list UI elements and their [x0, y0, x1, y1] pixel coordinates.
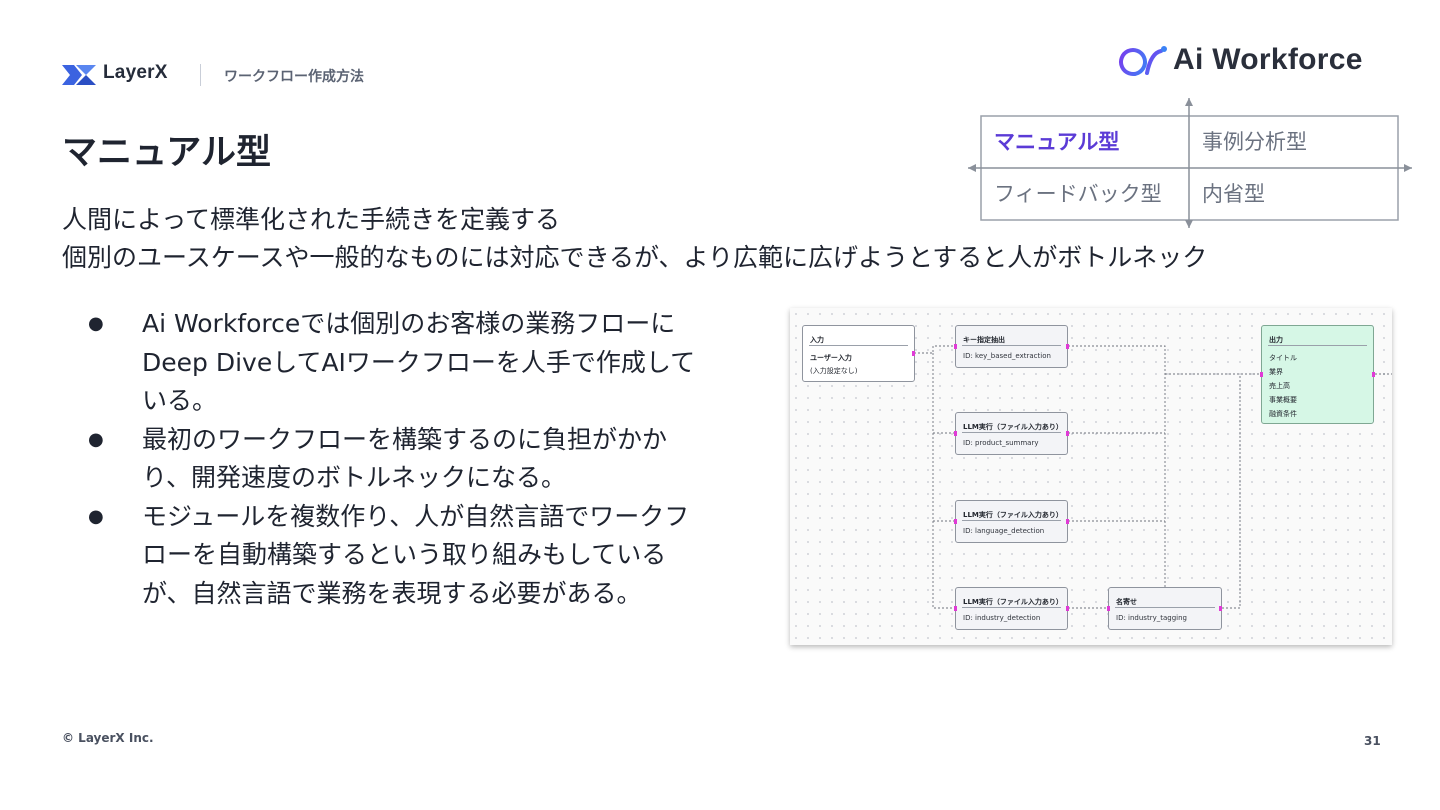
node-id: ID: product_summary — [963, 439, 1039, 447]
node-divider — [962, 520, 1061, 521]
ai-workforce-logo-icon — [1119, 46, 1167, 76]
node-divider — [962, 345, 1061, 346]
output-field: 売上高 — [1269, 382, 1290, 390]
node-title: LLM実行（ファイル入力あり） — [963, 598, 1063, 606]
bullet-line: モジュールを複数作り、人が自然言語でワークフ — [142, 501, 690, 531]
section-title: ワークフロー作成方法 — [224, 69, 364, 85]
node-divider — [809, 345, 908, 346]
node-title: キー指定抽出 — [963, 336, 1005, 344]
bullet-line: ローを自動構築するという取り組みもしている — [142, 540, 667, 569]
output-field: 事業概要 — [1269, 396, 1297, 404]
node-port[interactable] — [1260, 372, 1263, 377]
workflow-node-industry-tagging[interactable]: 名寄せ ID: industry_tagging — [1108, 587, 1222, 630]
workflow-node-key-extraction[interactable]: キー指定抽出 ID: key_based_extraction — [955, 325, 1068, 368]
matrix-cell-introspection: 内省型 — [1202, 182, 1265, 206]
node-divider — [1268, 345, 1367, 346]
bullet-line: が、自然言語で業務を表現する必要がある。 — [142, 578, 642, 608]
bullet-item: ● Ai Workforceでは個別のお客様の業務フローに Deep Diveし… — [88, 305, 768, 421]
node-port[interactable] — [1219, 606, 1222, 611]
node-port[interactable] — [1066, 431, 1069, 436]
node-id: ID: industry_tagging — [1116, 614, 1187, 622]
matrix-grid — [968, 98, 1412, 228]
bullet-list: ● Ai Workforceでは個別のお客様の業務フローに Deep Diveし… — [88, 305, 768, 613]
bullet-marker: ● — [88, 428, 104, 450]
bullet-item: ● 最初のワークフローを構築するのに負担がかか り、開発速度のボトルネックになる… — [88, 421, 768, 498]
page-title: マニュアル型 — [62, 133, 271, 173]
node-divider — [962, 432, 1061, 433]
workflow-node-language-detection[interactable]: LLM実行（ファイル入力あり） ID: language_detection — [955, 500, 1068, 543]
workflow-node-product-summary[interactable]: LLM実行（ファイル入力あり） ID: product_summary — [955, 412, 1068, 455]
node-note: (入力設定なし) — [810, 367, 858, 375]
node-title: LLM実行（ファイル入力あり） — [963, 423, 1063, 431]
page-number: 31 — [1364, 734, 1381, 748]
node-title: LLM実行（ファイル入力あり） — [963, 511, 1063, 519]
bullet-line: 最初のワークフローを構築するのに負担がかか — [142, 424, 668, 454]
subtitle-line-2: 個別のユースケースや一般的なものには対応できるが、より広範に広げようとすると人が… — [62, 243, 1208, 272]
ai-workforce-logo-text: Ai Workforce — [1173, 43, 1363, 76]
node-port[interactable] — [954, 606, 957, 611]
workflow-node-industry-detection[interactable]: LLM実行（ファイル入力あり） ID: industry_detection — [955, 587, 1068, 630]
node-id: ID: key_based_extraction — [963, 352, 1051, 360]
matrix-cell-case-analysis: 事例分析型 — [1202, 130, 1307, 154]
node-divider — [1115, 607, 1215, 608]
node-port[interactable] — [1066, 344, 1069, 349]
bullet-line: Ai Workforceでは個別のお客様の業務フローに — [142, 309, 676, 338]
workflow-output-node[interactable]: 出力 タイトル 業界 売上高 事業概要 融資条件 — [1261, 325, 1374, 424]
node-title: 入力 — [810, 336, 824, 344]
output-field: 融資条件 — [1269, 410, 1297, 418]
node-port[interactable] — [1107, 606, 1110, 611]
node-port[interactable] — [1066, 606, 1069, 611]
bullet-marker: ● — [88, 313, 104, 334]
node-id: ID: language_detection — [963, 527, 1045, 535]
workflow-canvas[interactable]: 入力 ユーザー入力 (入力設定なし) キー指定抽出 ID: key_based_… — [790, 308, 1392, 645]
node-title: 名寄せ — [1116, 598, 1137, 606]
node-port[interactable] — [912, 351, 915, 356]
header-divider — [200, 64, 201, 86]
node-port[interactable] — [954, 519, 957, 524]
workflow-input-node[interactable]: 入力 ユーザー入力 (入力設定なし) — [802, 325, 915, 382]
node-port[interactable] — [1372, 372, 1375, 377]
bullet-line: Deep DiveしてAIワークフローを人手で作成して — [142, 347, 696, 377]
node-id: ID: industry_detection — [963, 614, 1041, 622]
node-port[interactable] — [954, 344, 957, 349]
node-port[interactable] — [954, 431, 957, 436]
subtitle-line-1: 人間によって標準化された手続きを定義する — [62, 205, 561, 234]
node-port[interactable] — [1066, 519, 1069, 524]
bullet-line: り、開発速度のボトルネックになる。 — [142, 463, 567, 492]
workflow-type-matrix: マニュアル型 事例分析型 フィードバック型 内省型 — [968, 98, 1412, 228]
node-title: 出力 — [1269, 336, 1283, 344]
output-field: 業界 — [1269, 368, 1283, 376]
output-field: タイトル — [1269, 354, 1297, 362]
copyright: © LayerX Inc. — [62, 731, 154, 745]
bullet-item: ● モジュールを複数作り、人が自然言語でワークフ ローを自動構築するという取り組… — [88, 498, 768, 614]
layerx-logo-text: LayerX — [103, 62, 168, 83]
matrix-cell-manual: マニュアル型 — [994, 130, 1120, 154]
bullet-marker: ● — [88, 505, 104, 527]
node-label: ユーザー入力 — [810, 354, 852, 362]
matrix-cell-feedback: フィードバック型 — [994, 182, 1162, 206]
bullet-line: いる。 — [142, 386, 218, 415]
layerx-logo-icon — [62, 65, 96, 85]
node-divider — [962, 607, 1061, 608]
